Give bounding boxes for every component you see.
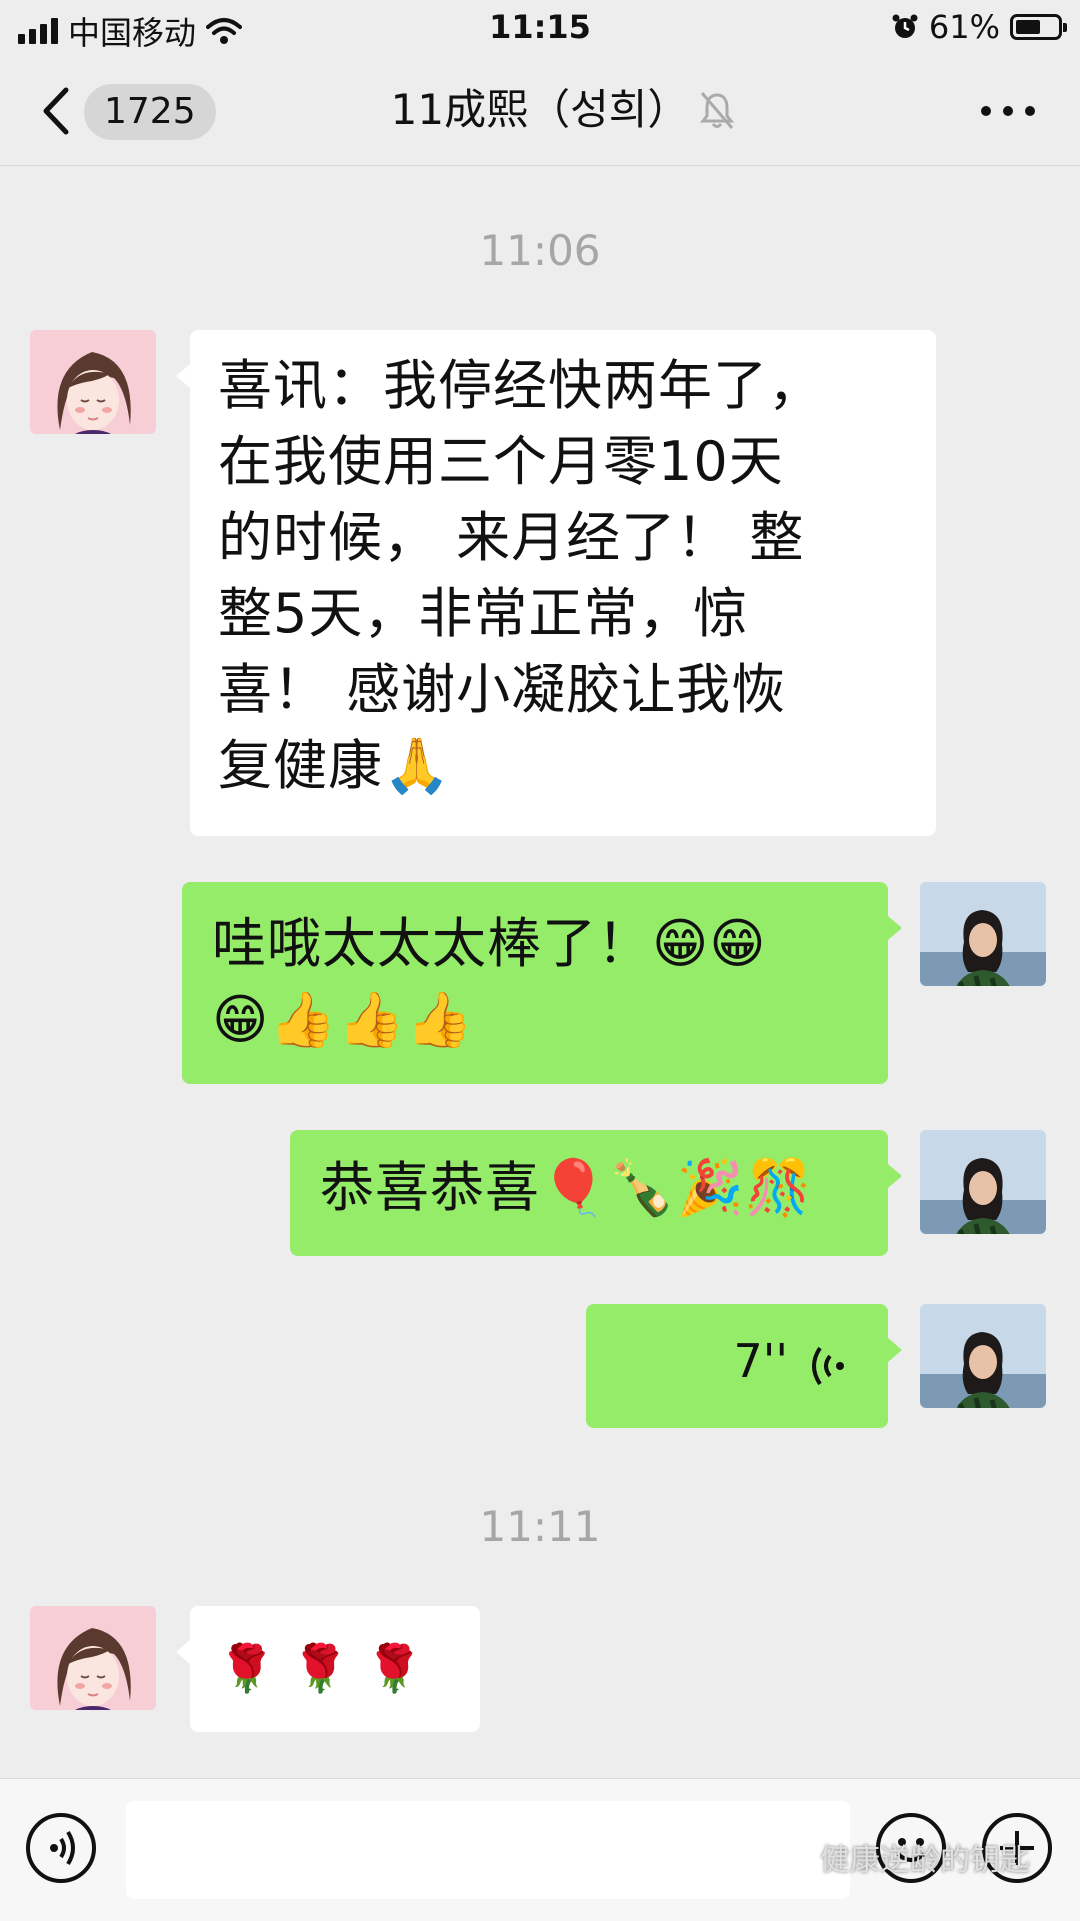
photo-woman-avatar[interactable] — [920, 1304, 1046, 1408]
bell-off-icon — [699, 92, 735, 129]
status-bar: 中国移动 11:15 61% — [0, 0, 1080, 56]
battery-fill — [1016, 20, 1041, 34]
voice-message-bubble[interactable]: 7'' — [586, 1304, 902, 1428]
watermark-label: 健康逆龄的钥匙 — [820, 1843, 1030, 1878]
battery-icon — [1010, 14, 1067, 40]
battery-percent: 61% — [928, 8, 1000, 46]
cartoon-woman-avatar[interactable] — [30, 1606, 156, 1710]
message-input[interactable] — [126, 1801, 850, 1899]
timestamp: 11:11 — [479, 1502, 601, 1551]
message-text: 喜讯：我停经快两年了， 在我使用三个月零10天 的时候， 来月经了！ 整 整5天… — [218, 354, 823, 797]
cartoon-woman-avatar[interactable] — [30, 330, 156, 434]
sent-message-bubble[interactable]: 哇哦太太太棒了！😁😁 😁👍👍👍 — [182, 882, 902, 1084]
message-text: 恭喜恭喜🎈🍾🎉🎊 — [320, 1156, 813, 1219]
voice-wave-icon — [812, 1346, 844, 1386]
chat-header: 1725 11成熙（성희） — [0, 56, 1080, 166]
alarm-icon — [892, 14, 918, 38]
message-text: 🌹 🌹 🌹 — [218, 1641, 425, 1695]
message-text: 哇哦太太太棒了！😁😁 😁👍👍👍 — [212, 912, 767, 1051]
status-right: 61% — [891, 8, 1067, 46]
timestamp: 11:06 — [479, 226, 601, 275]
voice-icon[interactable] — [26, 1813, 96, 1883]
photo-woman-avatar[interactable] — [920, 1130, 1046, 1234]
sent-message-bubble[interactable]: 恭喜恭喜🎈🍾🎉🎊 — [290, 1130, 902, 1256]
more-icon[interactable] — [978, 96, 1038, 126]
photo-woman-avatar[interactable] — [920, 882, 1046, 986]
received-message-bubble[interactable]: 🌹 🌹 🌹 — [176, 1606, 480, 1732]
received-message-bubble[interactable]: 喜讯：我停经快两年了， 在我使用三个月零10天 的时候， 来月经了！ 整 整5天… — [176, 330, 936, 836]
chat-title: 11成熙（성희） — [390, 85, 690, 134]
input-bar: 健康逆龄的钥匙 — [0, 1778, 1080, 1921]
voice-duration: 7'' — [733, 1334, 788, 1388]
